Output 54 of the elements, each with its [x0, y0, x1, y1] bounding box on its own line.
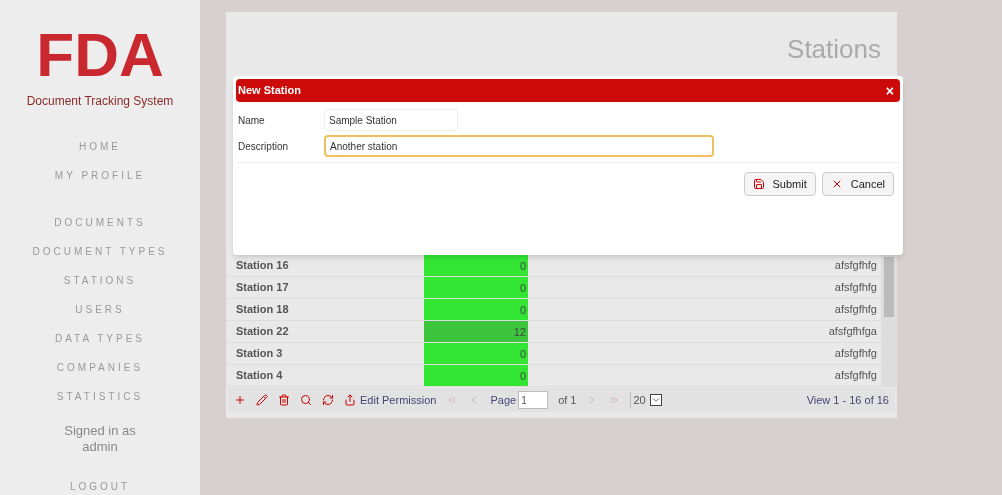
- table-cell-text: Station 18: [235, 302, 290, 318]
- text-field[interactable]: Sample Station: [324, 109, 458, 131]
- count-cell: 12: [424, 321, 528, 342]
- table-cell-text: afsfgfhfg: [833, 368, 878, 384]
- page-label: Page: [490, 392, 517, 408]
- table-cell-text: afsfgfhfga: [827, 324, 878, 340]
- nav-link[interactable]: DATA TYPES: [54, 324, 145, 353]
- field-label: Description: [238, 139, 290, 154]
- table-cell-text: Station 3: [235, 346, 284, 362]
- share-icon: [344, 394, 356, 406]
- pencil-icon[interactable]: [256, 394, 268, 406]
- table-cell-text: Station 16: [235, 258, 290, 274]
- nav-link[interactable]: HOME: [79, 132, 121, 161]
- count-cell: 0: [424, 343, 528, 364]
- nav-link[interactable]: MY PROFILE: [54, 161, 146, 190]
- dialog-title: New Station: [238, 83, 301, 99]
- trash-icon[interactable]: [278, 394, 290, 406]
- submit-button[interactable]: Submit: [743, 172, 816, 196]
- page-size-select[interactable]: 20: [630, 391, 662, 409]
- table-cell-text: afsfgfhfg: [833, 258, 878, 274]
- signed-in-text: Signed in as admin: [63, 423, 137, 455]
- count-cell: 0: [424, 365, 528, 386]
- table-cell-text: afsfgfhfg: [833, 346, 878, 362]
- logout-link[interactable]: LOGOUT: [69, 479, 131, 494]
- save-icon: [752, 178, 765, 190]
- view-count: View 1 - 16 of 16: [806, 392, 889, 408]
- count-cell: 0: [424, 277, 528, 298]
- add-icon[interactable]: [234, 394, 246, 406]
- logo-title: FDA: [36, 24, 164, 86]
- refresh-icon[interactable]: [322, 394, 334, 406]
- nav-link[interactable]: STATIONS: [63, 266, 137, 295]
- count-cell: 0: [424, 299, 528, 320]
- nav-link[interactable]: DOCUMENTS: [54, 208, 146, 237]
- close-button[interactable]: ×: [881, 83, 898, 98]
- nav-link[interactable]: USERS: [75, 295, 125, 324]
- field-label: Name: [238, 113, 266, 128]
- dropdown-icon: [649, 394, 662, 406]
- table-cell-text: Station 4: [235, 368, 284, 384]
- page-count: of 1: [558, 392, 577, 408]
- cancel-button[interactable]: Cancel: [821, 172, 894, 196]
- table-cell-text: afsfgfhfg: [833, 280, 878, 296]
- count-cell: 0: [424, 255, 528, 276]
- text-field[interactable]: Another station: [324, 135, 714, 157]
- table-cell-text: Station 22: [235, 324, 290, 340]
- table-cell-text: Station 17: [235, 280, 290, 296]
- nav-link[interactable]: DOCUMENT TYPES: [32, 237, 168, 266]
- search-icon[interactable]: [300, 394, 312, 406]
- edit-permission-button[interactable]: Edit Permission: [344, 391, 437, 409]
- nav-link[interactable]: COMPANIES: [56, 353, 144, 382]
- table-cell-text: afsfgfhfg: [833, 302, 878, 318]
- logo-subtitle: Document Tracking System: [26, 93, 174, 110]
- nav-link[interactable]: STATISTICS: [56, 382, 144, 411]
- page-title: Stations: [787, 33, 881, 60]
- page-field[interactable]: 1: [518, 391, 549, 409]
